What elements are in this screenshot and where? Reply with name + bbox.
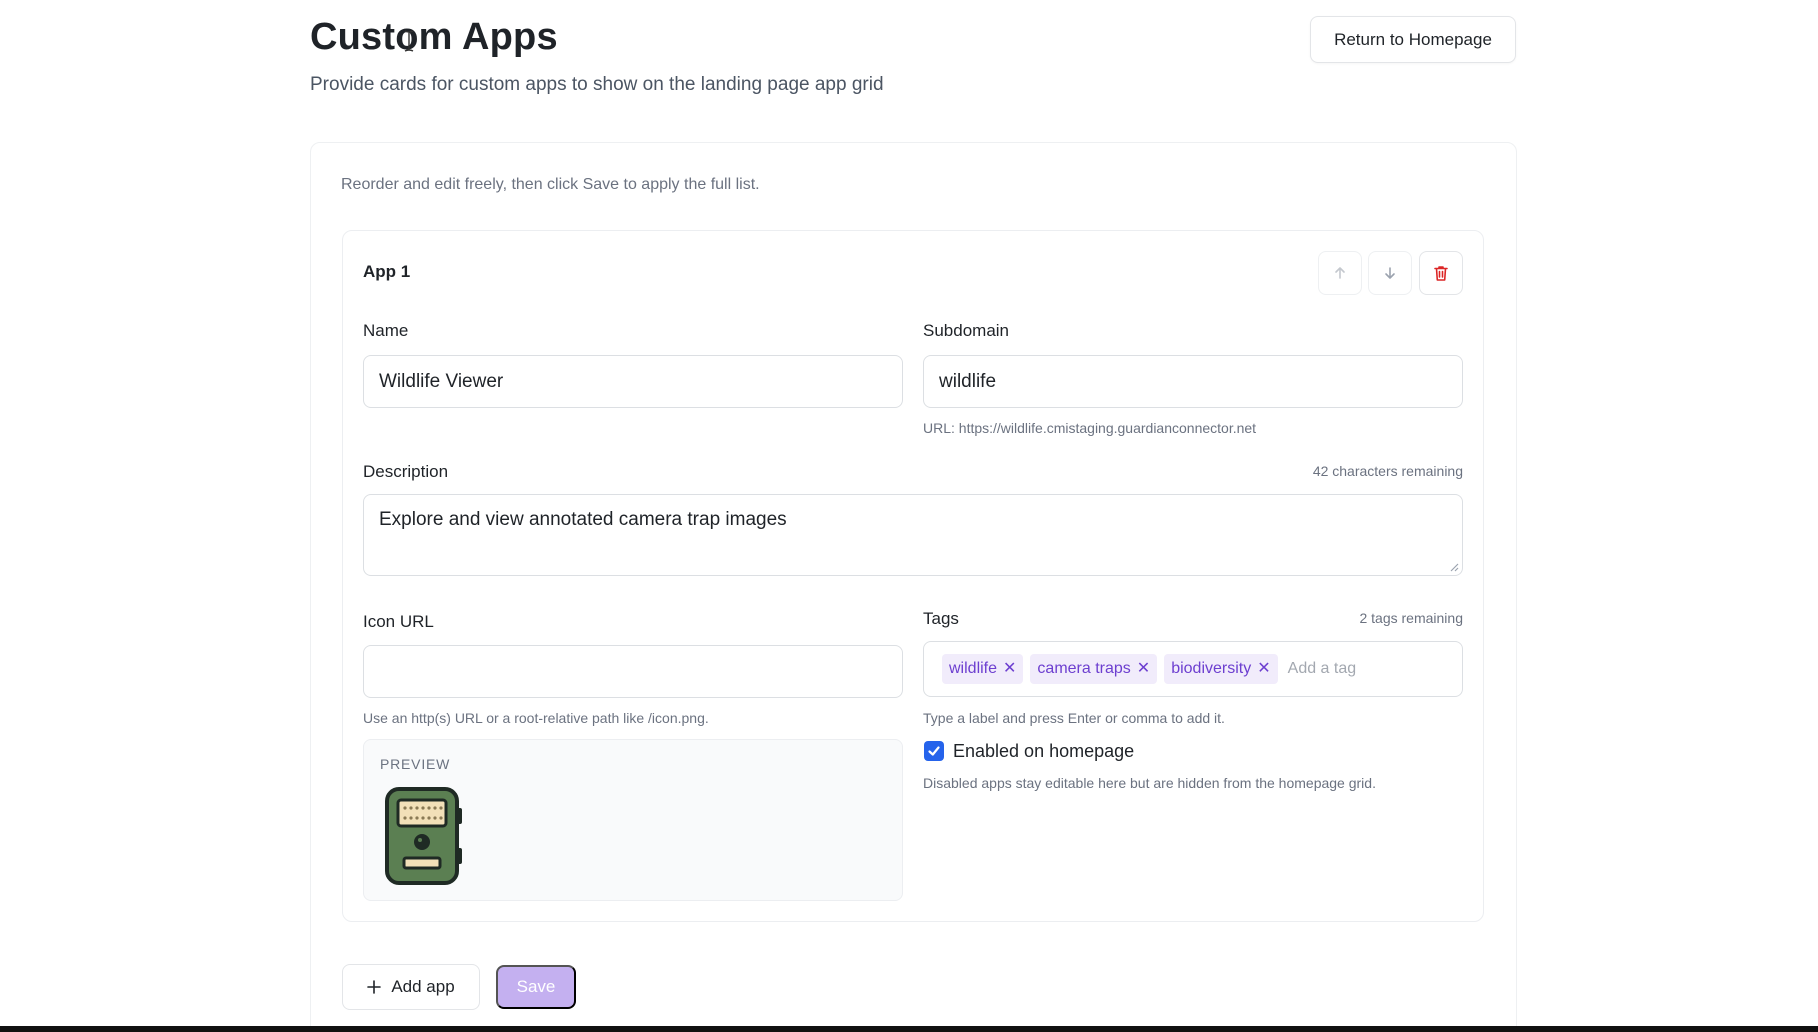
name-input[interactable]: Wildlife Viewer (363, 355, 903, 408)
camera-trap-icon (385, 787, 462, 885)
icon-preview: PREVIEW (363, 739, 903, 901)
preview-label: PREVIEW (380, 756, 451, 772)
trash-icon (1434, 266, 1448, 281)
tags-help: Type a label and press Enter or comma to… (923, 710, 1225, 726)
icon-url-label: Icon URL (363, 612, 434, 631)
move-up-button[interactable] (1318, 251, 1362, 295)
tag-label: wildlife (949, 660, 998, 677)
save-button[interactable]: Save (496, 965, 576, 1009)
arrow-down-icon (1385, 267, 1395, 279)
return-to-homepage-button[interactable]: Return to Homepage (1310, 16, 1516, 63)
tags-counter: 2 tags remaining (1359, 610, 1463, 626)
text-cursor-icon (404, 30, 414, 52)
panel-hint: Reorder and edit freely, then click Save… (341, 176, 760, 193)
add-app-label: Add app (391, 977, 455, 996)
delete-app-button[interactable] (1419, 251, 1463, 295)
tags-label: Tags (923, 609, 959, 628)
subdomain-url-help: URL: https://wildlife.cmistaging.guardia… (923, 420, 1257, 436)
enabled-label[interactable]: Enabled on homepage (953, 741, 1134, 762)
icon-url-input[interactable] (363, 645, 903, 698)
app-card-title: App 1 (363, 262, 411, 281)
tag-label: camera traps (1037, 660, 1131, 677)
add-app-button[interactable]: Add app (342, 964, 480, 1010)
description-textarea[interactable]: Explore and view annotated camera trap i… (363, 494, 1463, 576)
custom-apps-page: Custom Apps Provide cards for custom app… (0, 0, 1818, 1032)
remove-tag-icon[interactable]: ✕ (1003, 661, 1016, 677)
enabled-help: Disabled apps stay editable here but are… (923, 775, 1376, 791)
subdomain-label: Subdomain (923, 321, 1010, 340)
add-tag-placeholder[interactable]: Add a tag (1288, 660, 1357, 678)
name-label: Name (363, 321, 409, 340)
description-label: Description (363, 462, 449, 481)
resize-grip-icon[interactable] (1449, 562, 1459, 572)
remove-tag-icon[interactable]: ✕ (1137, 661, 1150, 677)
subdomain-input[interactable]: wildlife (923, 355, 1463, 408)
plus-icon (367, 980, 382, 994)
move-down-button[interactable] (1368, 251, 1412, 295)
page-subtitle: Provide cards for custom apps to show on… (310, 74, 884, 95)
bottom-edge (0, 1026, 1818, 1032)
page-title: Custom Apps (310, 16, 558, 58)
description-text: Explore and view annotated camera trap i… (379, 509, 787, 530)
tag-chip: biodiversity ✕ (1164, 654, 1278, 684)
tag-chip: camera traps ✕ (1030, 654, 1158, 684)
tags-input[interactable]: wildlife ✕ camera traps ✕ biodiversity ✕… (923, 641, 1463, 697)
description-char-counter: 42 characters remaining (1312, 463, 1463, 479)
checkmark-icon (928, 746, 940, 756)
enabled-checkbox[interactable] (924, 741, 944, 761)
remove-tag-icon[interactable]: ✕ (1257, 661, 1270, 677)
tag-label: biodiversity (1171, 660, 1252, 677)
icon-url-help: Use an http(s) URL or a root-relative pa… (363, 710, 709, 726)
tag-chip: wildlife ✕ (942, 654, 1024, 684)
arrow-up-icon (1335, 267, 1345, 279)
